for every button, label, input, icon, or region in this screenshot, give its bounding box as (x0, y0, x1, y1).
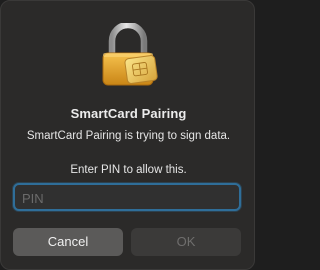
dialog-title: SmartCard Pairing (70, 106, 187, 121)
ok-button[interactable]: OK (131, 228, 241, 256)
lock-with-smartcard-icon (102, 23, 158, 86)
pin-input[interactable] (13, 183, 241, 211)
cancel-button[interactable]: Cancel (13, 228, 123, 256)
dialog-message: SmartCard Pairing is trying to sign data… (26, 130, 231, 142)
smartcard-pairing-dialog: SmartCard Pairing SmartCard Pairing is t… (0, 0, 255, 270)
dialog-prompt: Enter PIN to allow this. (70, 164, 187, 176)
